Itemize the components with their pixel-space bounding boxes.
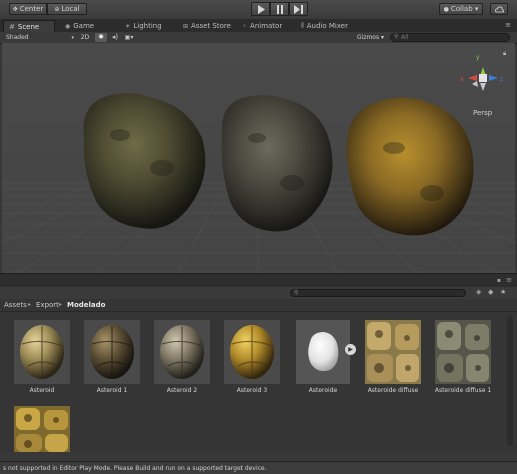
- status-message[interactable]: s not supported in Editor Play Mode. Ple…: [3, 465, 267, 472]
- step-button[interactable]: [289, 2, 308, 16]
- filter-by-label-icon[interactable]: ◆: [488, 288, 493, 296]
- asset-label: Asteroid: [29, 387, 55, 394]
- search-icon: ⚲: [294, 289, 299, 296]
- material-preview: [154, 320, 210, 384]
- orientation-gizmo[interactable]: [468, 67, 498, 91]
- cloud-icon: [494, 6, 504, 12]
- favorite-star-icon[interactable]: ★: [500, 288, 506, 296]
- cloud-button[interactable]: [490, 3, 508, 15]
- scene-lighting-toggle[interactable]: ✹: [95, 33, 107, 42]
- image-icon: ▣▾: [124, 34, 134, 41]
- tab-animator[interactable]: ⁘ Animator: [237, 20, 291, 32]
- main-toolbar: ✥ Center ⊕ Local ● Collab ▾: [0, 0, 517, 20]
- play-icon: ▶: [348, 346, 353, 353]
- pivot-local-button[interactable]: ⊕ Local: [47, 3, 87, 15]
- scene-search-input[interactable]: ⚲ All: [390, 33, 510, 42]
- breadcrumb-modelado[interactable]: Modelado: [67, 301, 105, 309]
- pivot-center-button[interactable]: ✥ Center: [9, 3, 47, 15]
- scene-audio-toggle[interactable]: ◂): [110, 33, 120, 42]
- tab-scene[interactable]: # Scene: [3, 20, 55, 32]
- texture-preview: [365, 320, 421, 384]
- tab-game[interactable]: ◉ Game: [60, 20, 108, 32]
- collab-icon: ●: [443, 5, 449, 13]
- asteroid-rock-2[interactable]: [221, 95, 333, 232]
- asteroid-rock-3[interactable]: [346, 97, 474, 236]
- material-preview: [84, 320, 140, 384]
- audio-mixer-icon: ⫼: [301, 22, 304, 29]
- asset-item[interactable]: [6, 406, 78, 452]
- asset-label: Asteroide diffuse 1: [434, 387, 492, 394]
- asset-item[interactable]: Asteroid 3: [216, 320, 288, 400]
- asteroid-rock-1[interactable]: [83, 93, 206, 229]
- texture-preview: [435, 320, 491, 384]
- tab-asset-store[interactable]: ⊞ Asset Store: [178, 20, 236, 32]
- asset-label: Asteroid 3: [236, 387, 268, 394]
- lock-icon[interactable]: 🔒︎: [503, 50, 506, 57]
- gizmo-z-label: z: [500, 76, 503, 83]
- tab-lighting[interactable]: ☀ Lighting: [120, 20, 172, 32]
- collab-dropdown[interactable]: ● Collab ▾: [439, 3, 483, 15]
- breadcrumb-assets[interactable]: Assets: [4, 301, 27, 309]
- texture-preview: [14, 406, 70, 452]
- asset-item[interactable]: Asteroide diffuse: [357, 320, 429, 400]
- mesh-preview: [296, 320, 350, 384]
- play-icon: [257, 4, 265, 14]
- play-button[interactable]: [251, 2, 270, 16]
- tab-audio-mixer[interactable]: ⫼ Audio Mixer: [296, 20, 356, 32]
- breadcrumb-separator: ▸: [59, 301, 63, 308]
- material-preview: [224, 320, 280, 384]
- asset-label: Asteroide diffuse: [367, 387, 419, 394]
- filter-by-type-icon[interactable]: ◈: [476, 288, 481, 296]
- breadcrumb-export[interactable]: Export: [36, 301, 59, 309]
- asset-label: Asteroid 1: [96, 387, 128, 394]
- pivot-icon: ✥: [12, 5, 18, 13]
- pause-icon: [276, 4, 283, 14]
- audio-icon: ◂): [111, 33, 119, 41]
- scene-render: y x z Persp 🔒︎: [2, 50, 515, 273]
- asset-item[interactable]: Asteroid 2: [146, 320, 218, 400]
- toggle-2d-button[interactable]: 2D: [78, 33, 92, 42]
- pause-button[interactable]: [270, 2, 289, 16]
- sun-icon: ✹: [98, 33, 104, 41]
- project-search-input[interactable]: ⚲: [290, 289, 466, 297]
- window-tab-bar: # Scene ◉ Game ☀ Lighting ⊞ Asset Store …: [0, 19, 517, 33]
- search-icon: ⚲: [394, 33, 399, 40]
- projection-label[interactable]: Persp: [473, 109, 493, 117]
- shading-mode-dropdown[interactable]: Shaded ▾: [6, 33, 74, 42]
- breadcrumb: Assets ▸ Export ▸ Modelado: [0, 299, 517, 312]
- lighting-icon: ☀: [125, 22, 131, 30]
- step-icon: [294, 4, 303, 14]
- animator-icon: ⁘: [242, 22, 248, 30]
- asset-grid-scrollbar[interactable]: [507, 316, 513, 446]
- panel-splitter[interactable]: ▪ ≡: [0, 273, 517, 288]
- local-icon: ⊕: [54, 5, 60, 13]
- scene-viewport[interactable]: y x z Persp 🔒︎: [2, 43, 515, 273]
- asset-item[interactable]: Asteroid 1: [76, 320, 148, 400]
- chevron-down-icon: ▾: [71, 34, 74, 41]
- scene-icon: #: [9, 22, 15, 31]
- breadcrumb-separator: ▸: [28, 301, 32, 308]
- gizmos-dropdown[interactable]: Gizmos ▾: [357, 33, 391, 42]
- panel-menu-icon[interactable]: ≡: [506, 276, 512, 284]
- game-icon: ◉: [65, 22, 71, 30]
- lock-icon[interactable]: ▪: [497, 277, 501, 284]
- asset-label: Asteroid 2: [166, 387, 198, 394]
- asset-label: Asteroide: [308, 387, 338, 394]
- scene-effects-dropdown[interactable]: ▣▾: [123, 33, 135, 42]
- asset-item[interactable]: ▶ Asteroide: [287, 320, 359, 400]
- status-bar: s not supported in Editor Play Mode. Ple…: [0, 461, 517, 474]
- asset-item[interactable]: Asteroide diffuse 1: [427, 320, 499, 400]
- asset-store-icon: ⊞: [183, 22, 189, 30]
- expand-asset-button[interactable]: ▶: [345, 344, 356, 355]
- tab-menu-icon[interactable]: ≡: [505, 21, 511, 29]
- material-preview: [14, 320, 70, 384]
- gizmo-y-label: y: [476, 54, 480, 61]
- asset-grid: Asteroid Asteroid 1 Asteroid 2 Asteroid …: [0, 312, 517, 452]
- gizmo-x-label: x: [460, 76, 464, 83]
- asset-item[interactable]: Asteroid: [6, 320, 78, 400]
